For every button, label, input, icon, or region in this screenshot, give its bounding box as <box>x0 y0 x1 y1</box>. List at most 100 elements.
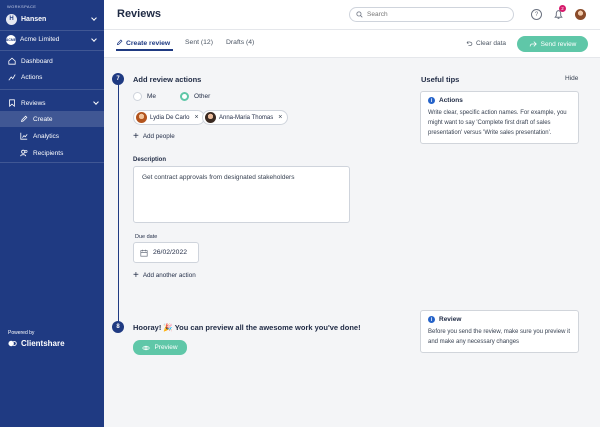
calendar-icon <box>140 249 148 257</box>
info-icon: i <box>428 316 435 323</box>
hide-tips-button[interactable]: Hide <box>565 75 578 82</box>
tip-header: i Review <box>428 316 571 323</box>
sidebar-divider <box>0 89 104 90</box>
pencil-icon <box>116 39 123 46</box>
person-name: Lydia De Carlo <box>150 114 190 121</box>
tips-title: Useful tips <box>421 75 460 84</box>
page-title: Reviews <box>117 8 162 20</box>
sidebar-item-reviews[interactable]: Reviews <box>0 95 104 111</box>
search-box[interactable] <box>349 7 514 22</box>
chart-icon <box>20 132 28 140</box>
preview-button[interactable]: Preview <box>133 340 187 355</box>
due-date-label: Due date <box>135 234 158 240</box>
active-tab-indicator <box>116 49 173 51</box>
top-header: Reviews ? 2 <box>104 0 600 30</box>
pencil-icon <box>21 115 28 122</box>
bookmark-icon <box>9 99 15 107</box>
sidebar-item-actions[interactable]: Actions <box>0 69 104 85</box>
sidebar: WORKSPACE H Hansen ACME Acme Limited Das… <box>0 0 104 427</box>
add-action-label: Add another action <box>142 272 196 279</box>
person-name: Anna-Maria Thomas <box>219 114 274 121</box>
person-avatar <box>136 112 147 123</box>
tab-sent[interactable]: Sent (12) <box>185 39 213 46</box>
sidebar-item-analytics[interactable]: Analytics <box>0 128 104 144</box>
home-icon <box>8 57 16 65</box>
assignee-radio-group: Me Other <box>133 92 210 101</box>
send-review-label: Send review <box>540 40 577 48</box>
tip-body: Write clear, specific action names. For … <box>428 110 567 136</box>
due-date-field[interactable]: 26/02/2022 <box>133 242 199 263</box>
tip-card-actions: i Actions Write clear, specific action n… <box>420 91 579 144</box>
description-field[interactable]: Get contract approvals from designated s… <box>133 166 350 223</box>
add-people-button[interactable]: + Add people <box>133 131 175 142</box>
workspace-avatar: H <box>6 13 17 25</box>
clientshare-logo-icon <box>8 340 17 347</box>
help-icon[interactable]: ? <box>531 9 542 20</box>
undo-icon <box>466 41 473 46</box>
clear-data-label: Clear data <box>476 40 506 47</box>
tip-body: Before you send the review, make sure yo… <box>428 329 571 345</box>
add-people-label: Add people <box>142 133 175 140</box>
sidebar-item-label: Dashboard <box>21 57 53 65</box>
sidebar-divider <box>0 50 104 51</box>
tab-create-review[interactable]: Create review <box>116 39 170 47</box>
send-review-button[interactable]: Send review <box>517 36 588 52</box>
tip-card-review: i Review Before you send the review, mak… <box>420 310 579 353</box>
chevron-down-icon <box>91 35 97 42</box>
person-chip: Anna-Maria Thomas × <box>202 110 289 125</box>
preview-label: Preview <box>154 344 178 351</box>
clear-data-button[interactable]: Clear data <box>466 40 506 47</box>
brand-name: Clientshare <box>21 339 65 348</box>
description-label: Description <box>133 157 167 163</box>
tab-label: Create review <box>126 40 171 47</box>
person-chip: Lydia De Carlo × <box>133 110 205 125</box>
plus-icon: + <box>133 131 139 142</box>
workspace-switcher[interactable]: H Hansen <box>6 12 98 26</box>
workspace-label: WORKSPACE <box>7 4 37 9</box>
tip-title: Review <box>439 316 462 323</box>
sidebar-item-label: Create <box>33 115 53 123</box>
step-number: 8 <box>112 321 124 333</box>
radio-me[interactable] <box>133 92 142 101</box>
workspace-name: Hansen <box>21 15 47 23</box>
plus-icon: + <box>133 270 139 281</box>
client-switcher[interactable]: ACME Acme Limited <box>6 33 98 46</box>
share-arrow-icon <box>529 41 537 47</box>
chevron-down-icon <box>93 99 99 105</box>
sidebar-item-label: Actions <box>21 73 43 81</box>
remove-person-icon[interactable]: × <box>194 114 198 121</box>
tab-drafts[interactable]: Drafts (4) <box>226 39 254 46</box>
tab-bar: Create review Sent (12) Drafts (4) Clear… <box>104 30 600 58</box>
chevron-down-icon <box>91 15 97 21</box>
search-input[interactable] <box>367 11 507 18</box>
powered-by-label: Powered by <box>8 330 35 336</box>
trend-icon <box>8 74 16 81</box>
sidebar-divider <box>0 162 104 163</box>
sidebar-item-label: Analytics <box>33 132 60 140</box>
sidebar-item-label: Recipients <box>33 149 64 157</box>
brand-logo: Clientshare <box>8 339 65 348</box>
due-date-value: 26/02/2022 <box>153 249 188 256</box>
search-icon <box>356 11 363 18</box>
add-action-button[interactable]: + Add another action <box>133 270 196 281</box>
radio-other[interactable] <box>180 92 190 101</box>
tip-title: Actions <box>439 97 463 104</box>
sidebar-item-label: Reviews <box>21 99 46 107</box>
eye-icon <box>142 345 151 350</box>
notification-badge: 2 <box>559 5 566 12</box>
step-timeline <box>118 84 119 328</box>
tip-header: i Actions <box>428 97 571 104</box>
sidebar-item-dashboard[interactable]: Dashboard <box>0 53 104 69</box>
sidebar-item-create[interactable]: Create <box>0 111 104 127</box>
radio-other-label: Other <box>194 93 211 100</box>
user-avatar[interactable] <box>575 9 586 20</box>
preview-heading: Hooray! 🎉 You can preview all the awesom… <box>133 323 361 332</box>
remove-person-icon[interactable]: × <box>278 114 282 121</box>
info-icon: i <box>428 97 435 104</box>
sidebar-divider <box>0 30 104 31</box>
step-number: 7 <box>112 73 124 85</box>
client-logo: ACME <box>6 34 16 45</box>
users-icon <box>20 149 28 157</box>
radio-me-label: Me <box>147 93 157 100</box>
sidebar-item-recipients[interactable]: Recipients <box>0 145 104 161</box>
